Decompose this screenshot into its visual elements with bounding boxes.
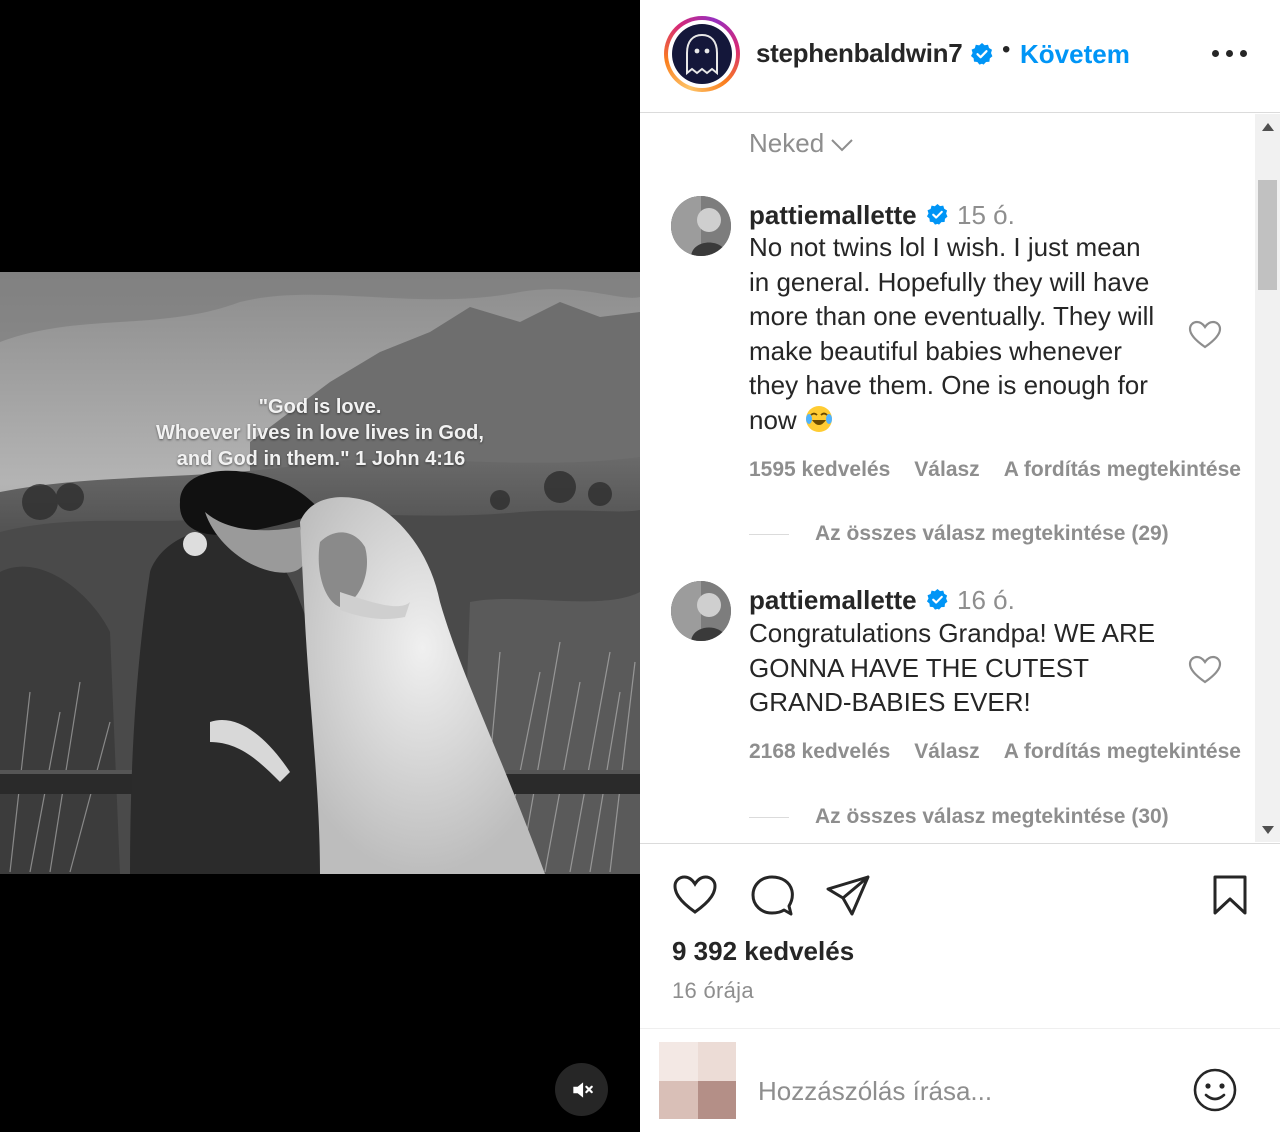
current-user-avatar [659,1042,736,1119]
post-actions: 9 392 kedvelés 16 órája [640,843,1280,1028]
scroll-down-arrow-icon[interactable] [1255,817,1280,842]
comments-list[interactable]: Neked pattiemallette 15 ó. No not twins … [640,114,1255,842]
tears-of-joy-emoji [805,405,832,432]
quote-line-1: "God is love. [258,396,382,418]
commenter-avatar[interactable] [671,196,731,256]
comment-line: they have them. One is enough for [749,370,1148,400]
quote-line-2: Whoever lives in love lives in God, [156,422,484,444]
comment-like-heart-icon[interactable] [1188,320,1222,355]
comment-like-count[interactable]: 2168 kedvelés [749,740,890,763]
author-username[interactable]: stephenbaldwin7 [756,38,963,69]
comment-line: now [749,403,1179,438]
instagram-post-dialog: "God is love. Whoever lives in love live… [0,0,1280,1132]
reply-button[interactable]: Válasz [914,740,979,763]
author-avatar[interactable] [672,24,732,84]
comment-line: in general. Hopefully they will have [749,266,1150,297]
chevron-down-icon [831,139,853,152]
header-separator: • [1002,36,1011,63]
verified-badge-icon [926,203,949,231]
comment-username[interactable]: pattiemallette [749,200,917,231]
view-replies-button[interactable]: Az összes válasz megtekintése (30) [749,805,1169,829]
comment-timestamp[interactable]: 16 ó. [957,585,1015,616]
follow-button[interactable]: Követem [1020,39,1130,70]
more-options-icon[interactable] [1212,50,1248,60]
comments-scrollbar[interactable] [1255,114,1280,842]
comment-username[interactable]: pattiemallette [749,585,917,616]
comment-line-text: now [749,404,797,435]
view-replies-label: Az összes válasz megtekintése (30) [815,805,1169,828]
verified-badge-icon [926,588,949,616]
comment-sort-label: Neked [749,128,825,158]
replies-divider [749,816,789,818]
post-like-count[interactable]: 9 392 kedvelés [672,936,854,967]
scroll-up-arrow-icon[interactable] [1255,114,1280,139]
post-side-panel: stephenbaldwin7 • Követem Neked pattiema… [640,0,1280,1132]
comment-like-heart-icon[interactable] [1188,655,1222,690]
reply-button[interactable]: Válasz [914,458,979,481]
comment-sort-dropdown[interactable]: Neked [749,128,854,159]
comment-meta: 1595 kedvelés Válasz A fordítás megtekinté… [749,458,1255,482]
verified-badge-icon [970,42,994,71]
post-media[interactable]: "God is love. Whoever lives in love live… [0,0,640,1132]
comment-bubble-icon[interactable] [749,874,795,923]
comment-meta: 2168 kedvelés Válasz A fordítás megtekinté… [749,740,1255,764]
commenter-avatar[interactable] [671,581,731,641]
post-photo[interactable] [0,272,640,874]
replies-divider [749,533,789,535]
comment-line: GRAND-BABIES EVER! [749,687,1031,717]
emoji-picker-icon[interactable] [1192,1067,1238,1118]
comment-line: more than one eventually. They will [749,301,1155,331]
comment-text: No not twins lol I wish. I just mean in … [749,230,1179,437]
comment-like-count[interactable]: 1595 kedvelés [749,458,890,481]
comment-text: Congratulations Grandpa! WE ARE GONNA HA… [749,616,1179,720]
photo-illustration [0,272,640,874]
story-ring[interactable] [664,16,740,92]
ghost-icon [686,33,718,76]
speaker-muted-icon [572,1081,593,1098]
post-header: stephenbaldwin7 • Követem [640,0,1280,113]
add-comment-bar [640,1028,1280,1132]
comment-line: Congratulations Grandpa! WE ARE [749,618,1156,648]
comment-timestamp[interactable]: 15 ó. [957,200,1015,231]
comment-line: make beautiful babies whenever [749,335,1122,366]
quote-line-3: and God in them." 1 John 4:16 [176,448,466,470]
comment-input[interactable] [758,1076,1178,1107]
see-translation-link[interactable]: A fordítás megtekintése [1004,458,1241,481]
view-replies-button[interactable]: Az összes válasz megtekintése (29) [749,522,1169,546]
comment-line: GONNA HAVE THE CUTEST [749,652,1089,683]
save-bookmark-icon[interactable] [1211,874,1249,921]
share-paper-plane-icon[interactable] [825,874,871,923]
comment-line: No not twins lol I wish. I just mean [749,232,1141,262]
like-heart-icon[interactable] [672,874,718,921]
see-translation-link[interactable]: A fordítás megtekintése [1004,740,1241,763]
view-replies-label: Az összes válasz megtekintése (29) [815,522,1169,545]
mute-button[interactable] [555,1063,608,1116]
scrollbar-thumb[interactable] [1258,180,1277,290]
post-timestamp[interactable]: 16 órája [672,978,754,1004]
